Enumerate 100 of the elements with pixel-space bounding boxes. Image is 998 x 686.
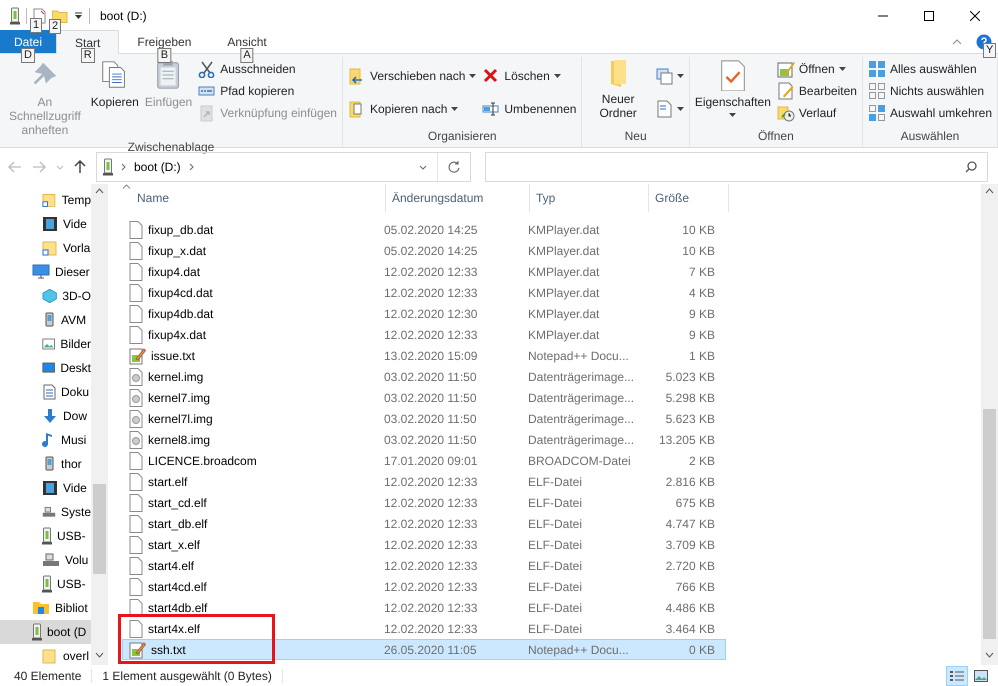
file-row[interactable]: start4x.elf 12.02.2020 12:33 ELF-Datei 3.464 KB — [122, 618, 726, 639]
file-row[interactable]: kernel8.img 03.02.2020 11:50 Datenträgerimage... 13.205 KB — [122, 429, 726, 450]
file-row[interactable]: fixup4db.dat 12.02.2020 12:30 KMPlayer.dat 9 KB — [122, 303, 726, 324]
file-row[interactable]: issue.txt 13.02.2020 15:09 Notepad++ Docu... 1 KB — [122, 345, 726, 366]
file-row[interactable]: start4db.elf 12.02.2020 12:33 ELF-Datei 4.486 KB — [122, 597, 726, 618]
folder-icon — [42, 648, 58, 664]
file-name: start4db.elf — [123, 598, 378, 616]
navigation-item[interactable]: Vide — [0, 212, 91, 236]
ribbon-button[interactable]: Pfad kopieren — [196, 81, 339, 101]
search-field[interactable] — [485, 152, 988, 182]
file-row[interactable]: start.elf 12.02.2020 12:33 ELF-Datei 2.816 KB — [122, 471, 726, 492]
date-cell-text: 03.02.2020 11:50 — [383, 432, 478, 446]
size-cell-text: 4.747 KB — [664, 516, 716, 530]
ribbon-button[interactable]: Verschieben nach — [346, 66, 478, 86]
invert-selection-icon — [868, 104, 886, 122]
navigation-item[interactable]: thor — [0, 452, 91, 476]
film-icon — [42, 480, 58, 496]
navigation-item[interactable]: boot (D — [0, 620, 91, 644]
group-label: Auswählen — [900, 128, 960, 145]
details-view-button[interactable] — [946, 666, 968, 686]
column-header[interactable]: Name — [131, 184, 386, 212]
sidebar-scrollbar[interactable] — [91, 184, 108, 665]
rename-icon — [482, 100, 500, 118]
ribbon-button[interactable]: Nichts auswählen — [866, 81, 994, 101]
disk-image-file-icon — [129, 430, 143, 448]
file-row[interactable]: fixup4cd.dat 12.02.2020 12:33 KMPlayer.dat 4 KB — [122, 282, 726, 303]
keytip: A — [240, 48, 254, 63]
column-header[interactable]: Änderungsdatum — [386, 184, 530, 212]
ribbon-button[interactable]: Auswahl umkehren — [866, 103, 994, 123]
navigation-item[interactable]: Musi — [0, 428, 91, 452]
file-row[interactable]: kernel.img 03.02.2020 11:50 Datenträgerimage... 5.023 KB — [122, 366, 726, 387]
type-cell-text: BROADCOM-Datei — [527, 454, 632, 468]
ribbon-button[interactable]: Umbenennen — [480, 99, 578, 120]
file-row[interactable]: fixup_x.dat 05.02.2020 14:25 KMPlayer.dat 10 KB — [122, 240, 726, 261]
file-icon — [129, 536, 143, 554]
file-name: kernel7.img — [123, 388, 378, 406]
navigation-item[interactable]: Temp — [0, 188, 91, 212]
type-cell-text: Datenträgerimage... — [527, 412, 636, 426]
navigation-item[interactable]: Bilder — [0, 332, 91, 356]
file-row[interactable]: fixup_db.dat 05.02.2020 14:25 KMPlayer.dat 10 KB — [122, 219, 726, 240]
navigation-item[interactable]: Doku — [0, 380, 91, 404]
file-row[interactable]: start_db.elf 12.02.2020 12:33 ELF-Datei 4.747 KB — [122, 513, 726, 534]
navigation-item[interactable]: Dow — [0, 404, 91, 428]
navigation-item[interactable]: Deskt — [0, 356, 91, 380]
date-cell-text: 12.02.2020 12:33 — [383, 286, 478, 300]
size-cell-text: 3.464 KB — [664, 622, 716, 636]
navigation-item[interactable]: Vorla — [0, 236, 91, 260]
list-scrollbar[interactable] — [981, 184, 998, 665]
file-row[interactable]: start4cd.elf 12.02.2020 12:33 ELF-Datei 766 KB — [122, 576, 726, 597]
navigation-item[interactable]: USB- — [0, 524, 91, 548]
address-field[interactable]: boot (D:) — [96, 152, 471, 182]
history-icon — [776, 104, 795, 122]
column-header[interactable]: Typ — [530, 184, 649, 212]
file-row[interactable]: kernel7l.img 03.02.2020 11:50 Datenträgerimage... 5.623 KB — [122, 408, 726, 429]
navigation-item[interactable]: Volu — [0, 548, 91, 572]
type-cell-text: Notepad++ Docu... — [527, 348, 630, 362]
file-icon — [129, 578, 143, 596]
file-row[interactable]: fixup4.dat 12.02.2020 12:33 KMPlayer.dat 7 KB — [122, 261, 726, 282]
navigation-item[interactable]: Syste — [0, 500, 91, 524]
navigation-item[interactable]: AVM — [0, 308, 91, 332]
file-name: start_x.elf — [123, 536, 378, 554]
file-row[interactable]: fixup4x.dat 12.02.2020 12:33 KMPlayer.dat 9 KB — [122, 324, 726, 345]
keytip: 2 — [49, 18, 62, 34]
file-icon — [129, 220, 143, 238]
navigation-item[interactable]: 3D-O — [0, 284, 91, 308]
recent-dropdown-button[interactable] — [56, 164, 64, 170]
file-row[interactable]: start_x.elf 12.02.2020 12:33 ELF-Datei 3.709 KB — [122, 534, 726, 555]
type-cell-text: ELF-Datei — [527, 622, 584, 636]
ribbon-button[interactable]: Kopieren nach — [346, 99, 478, 120]
scrollbar-thumb[interactable] — [983, 409, 996, 639]
ribbon-button[interactable]: Neuer Ordner — [585, 57, 651, 122]
file-row[interactable]: LICENCE.broadcom 17.01.2020 09:01 BROADCOM-Datei 2 KB — [122, 450, 726, 471]
navigation-item[interactable]: USB- — [0, 572, 91, 596]
ribbon-button[interactable]: Bearbeiten — [774, 81, 859, 101]
breadcrumb-chevron-icon — [188, 163, 194, 171]
shortcut-folder-icon — [42, 192, 57, 208]
scrollbar-thumb[interactable] — [93, 484, 106, 574]
file-row[interactable]: kernel7.img 03.02.2020 11:50 Datenträgerimage... 5.298 KB — [122, 387, 726, 408]
ribbon-button[interactable]: Eigenschaften — [692, 57, 773, 119]
ribbon-button[interactable]: Verlauf — [774, 103, 859, 123]
item-count: 40 Elemente — [14, 668, 92, 682]
file-icon — [129, 494, 143, 512]
type-cell-text: ELF-Datei — [527, 474, 584, 488]
ribbon-button[interactable]: Öffnen — [774, 59, 859, 79]
file-row[interactable]: start4.elf 12.02.2020 12:33 ELF-Datei 2.720 KB — [122, 555, 726, 576]
column-header[interactable]: Größe — [649, 184, 729, 212]
forward-button[interactable] — [32, 161, 46, 173]
file-row[interactable]: ssh.txt 26.05.2020 11:05 Notepad++ Docu... 0 KB — [122, 639, 726, 660]
ribbon-button[interactable]: Löschen — [480, 66, 578, 86]
navigation-item[interactable]: Bibliot — [0, 596, 91, 620]
navigation-item[interactable]: overl — [0, 644, 91, 665]
navigation-item[interactable]: Dieser — [0, 260, 91, 284]
navigation-item[interactable]: Vide — [0, 476, 91, 500]
file-row[interactable]: start_cd.elf 12.02.2020 12:33 ELF-Datei 675 KB — [122, 492, 726, 513]
size-cell-text: 7 KB — [688, 264, 716, 278]
sort-ascending-icon — [122, 184, 131, 189]
size-cell-text: 13.205 KB — [658, 432, 716, 446]
ribbon-button[interactable]: Alles auswählen — [866, 59, 994, 79]
up-button[interactable] — [74, 160, 86, 174]
back-button[interactable] — [8, 161, 22, 173]
